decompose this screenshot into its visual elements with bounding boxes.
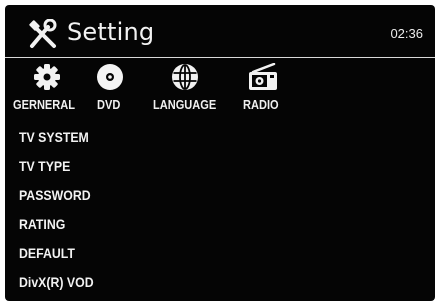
gear-icon: [34, 64, 60, 90]
tab-radio[interactable]: RADIO: [235, 57, 295, 117]
clock-display: 02:36: [390, 26, 423, 41]
menu-item-tv-system[interactable]: TV SYSTEM: [19, 123, 283, 152]
tab-general-label: GERNERAL: [13, 97, 76, 112]
tab-dvd-label: DVD: [97, 97, 121, 112]
disc-icon: [97, 64, 123, 90]
menu-item-password[interactable]: PASSWORD: [19, 181, 283, 210]
settings-menu: TV SYSTEM TV TYPE PASSWORD RATING DEFAUL…: [19, 123, 319, 297]
menu-item-default[interactable]: DEFAULT: [19, 239, 283, 268]
radio-icon: [249, 63, 277, 90]
tools-icon: [29, 19, 57, 48]
tab-language[interactable]: LANGUAGE: [145, 57, 231, 117]
menu-item-divx-vod[interactable]: DivX(R) VOD: [19, 268, 283, 297]
tab-dvd[interactable]: DVD: [91, 57, 141, 117]
menu-item-tv-type[interactable]: TV TYPE: [19, 152, 283, 181]
globe-icon: [172, 64, 198, 90]
tab-radio-label: RADIO: [243, 97, 279, 112]
page-title: Setting: [67, 18, 155, 46]
category-tabs: GERNERAL DVD LANGUAGE RADIO: [5, 57, 435, 117]
tab-general[interactable]: GERNERAL: [11, 57, 91, 117]
menu-item-rating[interactable]: RATING: [19, 210, 283, 239]
settings-screen: Setting 02:36 GERNERAL DVD LANGUAGE RADI…: [5, 5, 435, 301]
tab-language-label: LANGUAGE: [153, 97, 217, 112]
header-bar: Setting 02:36: [5, 5, 435, 58]
